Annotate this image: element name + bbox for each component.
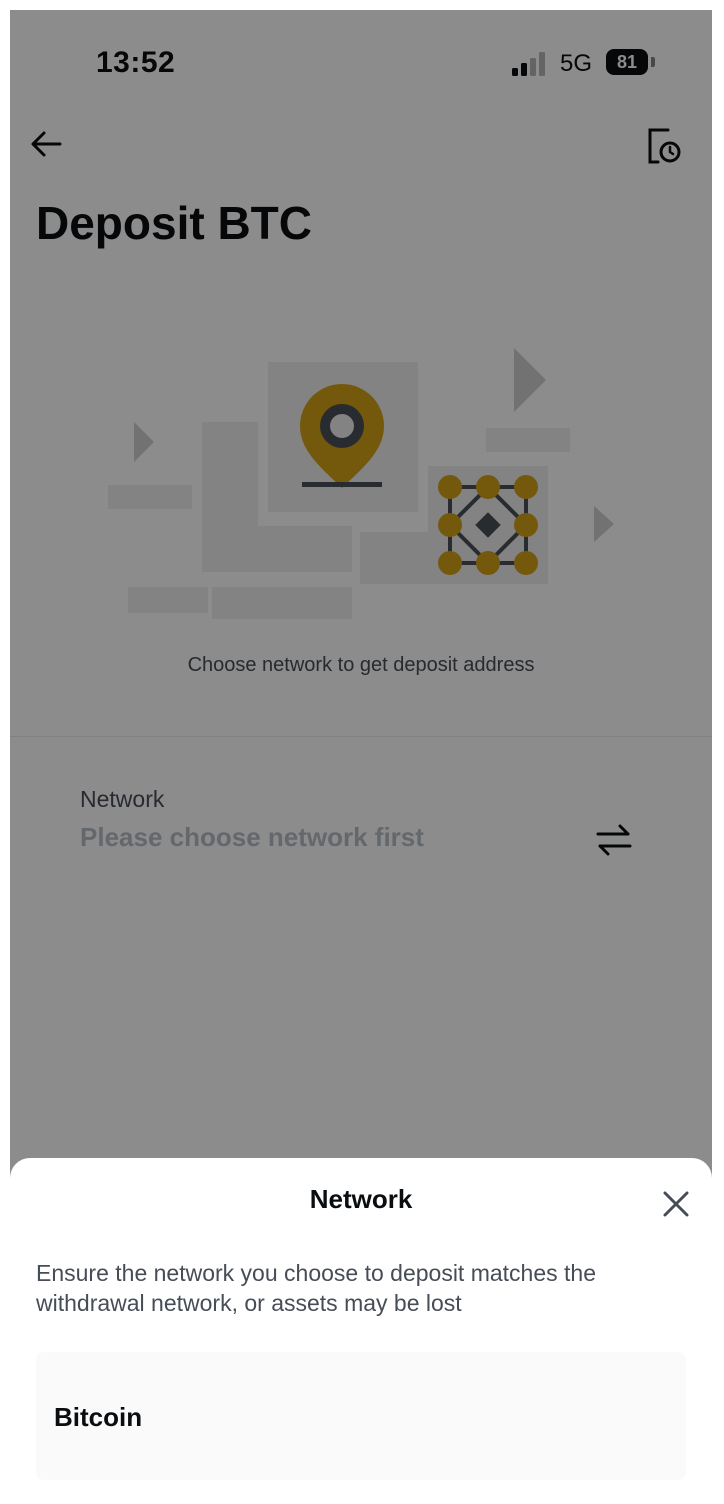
network-bottom-sheet: Network Ensure the network you choose to… xyxy=(10,1158,712,1504)
app-screen: 13:52 5G 81 Deposit BTC Choose network t… xyxy=(10,10,712,1504)
sheet-title: Network xyxy=(309,1184,413,1214)
close-icon[interactable] xyxy=(658,1186,694,1222)
network-warning: Ensure the network you choose to deposit… xyxy=(36,1260,596,1316)
network-option-label: Bitcoin xyxy=(54,1402,143,1432)
network-option-bitcoin[interactable]: Bitcoin xyxy=(36,1352,686,1480)
